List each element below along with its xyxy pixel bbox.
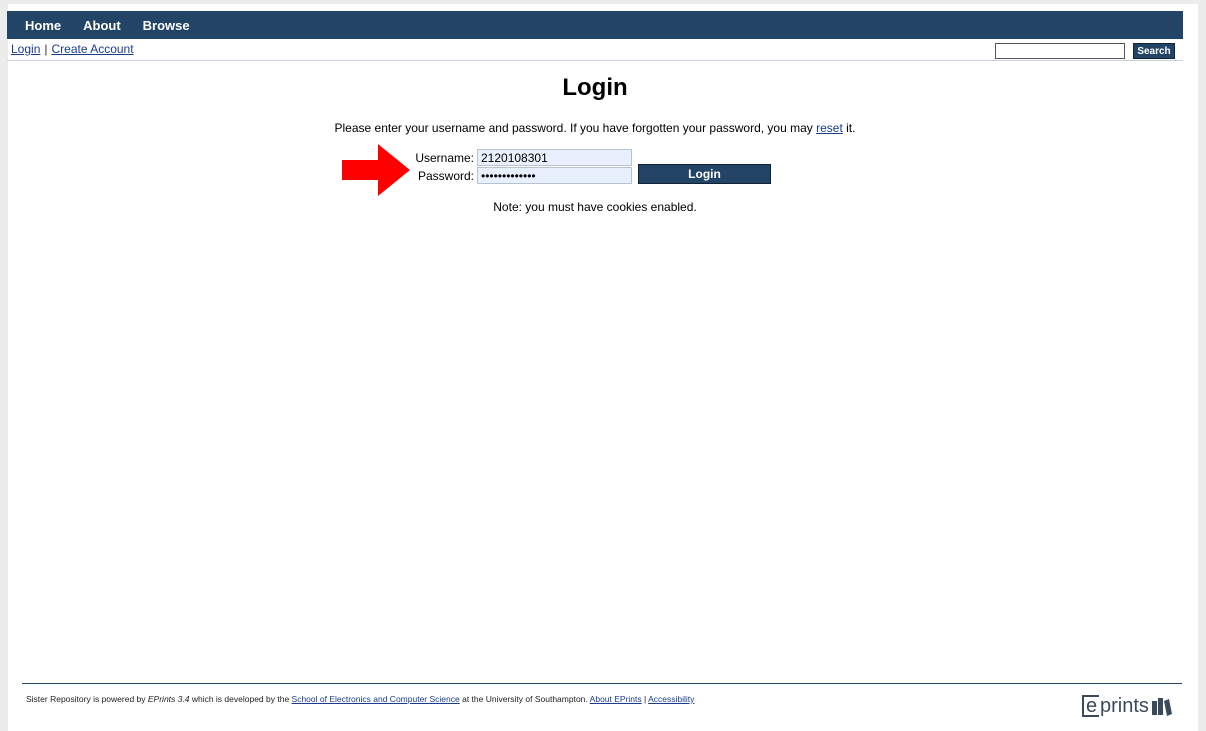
password-field[interactable] — [477, 167, 632, 184]
password-label: Password: — [417, 169, 474, 183]
intro-text: Please enter your username and password.… — [334, 121, 817, 135]
page-title: Login — [562, 74, 628, 101]
books-icon — [1151, 698, 1172, 716]
eprints-logo-text: prints — [1100, 694, 1149, 717]
nav-home-link[interactable]: Home — [25, 18, 61, 33]
nav-about-link[interactable]: About — [83, 18, 121, 33]
footer-text-2: which is developed by the — [189, 694, 292, 704]
nav-browse-link[interactable]: Browse — [143, 18, 190, 33]
about-eprints-link[interactable]: About EPrints — [590, 694, 642, 704]
create-account-link[interactable]: Create Account — [52, 42, 134, 56]
footer-text-3: at the University of Southampton. — [459, 694, 590, 704]
eprints-logo[interactable]: e prints — [1082, 692, 1173, 720]
accessibility-link[interactable]: Accessibility — [648, 694, 694, 704]
username-label: Username: — [415, 151, 474, 165]
footer-text-1: Sister Repository is powered by — [26, 694, 148, 704]
footer-divider — [22, 683, 1182, 684]
login-link[interactable]: Login — [11, 42, 40, 56]
page — [8, 4, 1198, 731]
link-separator: | — [44, 42, 48, 56]
footer-text: Sister Repository is powered by EPrints … — [26, 694, 694, 704]
school-link[interactable]: School of Electronics and Computer Scien… — [292, 694, 460, 704]
footer-eprints-version: EPrints 3.4 — [147, 694, 190, 704]
search-input[interactable] — [995, 43, 1125, 59]
intro-text-end: it. — [842, 121, 856, 135]
account-links: Login | Create Account — [11, 42, 134, 56]
reset-password-link[interactable]: reset — [816, 121, 843, 135]
eprints-logo-e: e — [1082, 695, 1099, 717]
login-button[interactable]: Login — [638, 164, 771, 184]
search-button[interactable]: Search — [1133, 43, 1175, 59]
login-instructions: Please enter your username and password.… — [0, 121, 1190, 135]
top-navbar: Home About Browse — [7, 11, 1183, 39]
username-field[interactable] — [477, 149, 632, 166]
sub-navbar: Login | Create Account Search — [7, 39, 1183, 61]
cookies-note: Note: you must have cookies enabled. — [493, 200, 697, 214]
